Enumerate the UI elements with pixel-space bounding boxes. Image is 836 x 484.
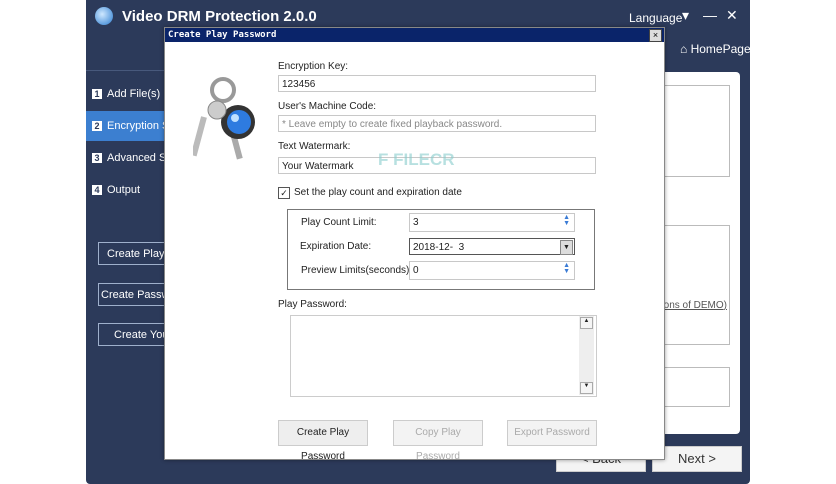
homepage-link[interactable]: ⌂ HomePage	[680, 42, 751, 56]
app-title: Video DRM Protection 2.0.0	[122, 8, 317, 25]
step-number: 4	[92, 185, 102, 195]
expiration-date-value: 2018-12- 3	[413, 242, 465, 253]
export-password-button[interactable]: Export Password	[507, 420, 597, 446]
homepage-label: HomePage	[690, 42, 751, 56]
play-count-checkbox[interactable]: ✓	[278, 187, 290, 199]
expiration-date-label: Expiration Date:	[300, 241, 372, 252]
home-icon: ⌂	[680, 42, 688, 56]
minimize-button[interactable]: —	[703, 7, 717, 23]
step-advanced-settings[interactable]: 3 Advanced Settings	[86, 143, 164, 173]
step-label: Advanced Settings	[107, 152, 164, 164]
play-count-spinner[interactable]: 3 ▲ ▼	[409, 213, 575, 232]
step-encryption-settings[interactable]: 2 Encryption Settings	[86, 111, 164, 141]
dialog-title: Create Play Password	[165, 28, 664, 42]
dropdown-icon[interactable]: ▾	[682, 7, 689, 24]
create-password-side-button[interactable]: Create Password	[98, 283, 164, 306]
next-button[interactable]: Next >	[652, 446, 742, 472]
play-count-checkbox-label: Set the play count and expiration date	[294, 187, 462, 198]
machine-code-label: User's Machine Code:	[278, 101, 377, 112]
step-label: Encryption Settings	[107, 120, 164, 132]
step-number: 2	[92, 121, 102, 131]
divider	[86, 70, 164, 71]
step-output[interactable]: 4 Output	[86, 175, 164, 205]
text-watermark-label: Text Watermark:	[278, 141, 351, 152]
step-add-files[interactable]: 1 Add File(s)	[86, 79, 164, 109]
create-play-password-dialog: Create Play Password × Encryption Key: 1…	[164, 27, 665, 462]
scroll-down-icon[interactable]: ▼	[580, 382, 593, 394]
play-count-label: Play Count Limit:	[301, 217, 377, 228]
spinner-arrows-icon[interactable]: ▲ ▼	[563, 262, 570, 275]
app-logo-icon	[95, 7, 113, 25]
encryption-key-label: Encryption Key:	[278, 61, 349, 72]
create-your-side-button[interactable]: Create Your	[98, 323, 164, 346]
play-count-value: 3	[413, 217, 419, 228]
play-password-label: Play Password:	[278, 299, 347, 310]
create-play-password-side-button[interactable]: Create Play Password	[98, 242, 164, 265]
chevron-down-icon[interactable]: ▼	[560, 240, 573, 255]
create-play-password-button[interactable]: Create Play Password	[278, 420, 368, 462]
dialog-close-button[interactable]: ×	[649, 29, 662, 42]
step-number: 3	[92, 153, 102, 163]
step-label: Add File(s)	[107, 88, 161, 100]
preview-limits-label: Preview Limits(seconds):	[301, 265, 413, 276]
spinner-arrows-icon[interactable]: ▲ ▼	[563, 214, 570, 227]
copy-play-password-button[interactable]: Copy Play Password	[393, 420, 483, 462]
preview-limits-value: 0	[413, 265, 419, 276]
preview-limits-spinner[interactable]: 0 ▲ ▼	[409, 261, 575, 280]
language-menu[interactable]: Language	[629, 11, 682, 25]
step-number: 1	[92, 89, 102, 99]
play-password-textarea[interactable]	[290, 315, 597, 397]
filecr-watermark-logo: F FILECR	[378, 150, 455, 169]
encryption-key-input[interactable]: 123456	[278, 75, 596, 92]
keys-icon	[193, 77, 255, 160]
expiration-date-picker[interactable]: 2018-12- 3 ▼	[409, 238, 575, 255]
machine-code-input[interactable]: * Leave empty to create fixed playback p…	[278, 115, 596, 132]
scroll-up-icon[interactable]: ▲	[580, 317, 593, 329]
step-label: Output	[107, 184, 141, 196]
close-button[interactable]: ✕	[726, 7, 738, 24]
